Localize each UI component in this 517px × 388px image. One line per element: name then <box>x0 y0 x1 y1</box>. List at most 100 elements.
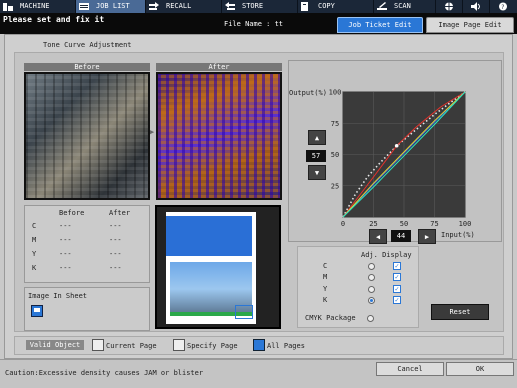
adj-row-c: C ✓ <box>320 262 420 272</box>
output-value: 57 <box>306 150 326 162</box>
reset-button[interactable]: Reset <box>431 304 489 320</box>
job-list-icon <box>79 3 89 10</box>
after-header: After <box>156 63 282 71</box>
after-preview-image <box>156 72 282 200</box>
adj-channel: C <box>323 262 328 270</box>
output-down-button[interactable]: ▼ <box>308 165 326 180</box>
cmyk-package-radio[interactable] <box>367 315 374 322</box>
all-pages-checkbox[interactable] <box>253 339 265 351</box>
store-icon <box>225 2 235 10</box>
before-preview-image <box>24 72 150 200</box>
top-menu-bar: MACHINE JOB LIST RECALL STORE COPY SCAN … <box>0 0 517 13</box>
menu-scan[interactable]: SCAN <box>374 0 436 13</box>
current-page-checkbox[interactable] <box>92 339 104 351</box>
cmyk-channel: K <box>32 264 37 272</box>
input-right-button[interactable]: ▶ <box>418 229 436 244</box>
cmyk-after-value: --- <box>109 250 122 258</box>
menu-recall[interactable]: RECALL <box>146 0 222 13</box>
adj-channel: Y <box>323 285 328 293</box>
menu-copy-label: COPY <box>318 2 335 10</box>
x-tick-label: 0 <box>341 220 345 228</box>
adj-channel: M <box>323 273 328 281</box>
thumbnail-selection-frame[interactable] <box>235 305 253 319</box>
all-pages-label: All Pages <box>267 342 305 350</box>
before-header: Before <box>24 63 150 71</box>
menu-volume[interactable] <box>463 0 490 13</box>
menu-job-list[interactable]: JOB LIST <box>76 0 146 13</box>
cmyk-after-value: --- <box>109 264 122 272</box>
cmyk-header-row: Before After <box>24 209 150 219</box>
cmyk-after-value: --- <box>109 222 122 230</box>
adj-select-radio-k[interactable] <box>368 297 375 304</box>
specify-page-checkbox[interactable] <box>173 339 185 351</box>
output-up-button[interactable]: ▲ <box>308 130 326 145</box>
adj-display-check-k[interactable]: ✓ <box>393 296 401 304</box>
recall-icon <box>149 2 159 10</box>
cmyk-before-value: --- <box>59 236 72 244</box>
menu-machine-label: MACHINE <box>20 2 50 10</box>
x-tick-label: 100 <box>459 220 472 228</box>
image-in-sheet-label: Image In Sheet <box>28 292 88 300</box>
y-tick-label: 75 <box>331 120 339 128</box>
adj-channel: K <box>323 296 328 304</box>
menu-store[interactable]: STORE <box>222 0 298 13</box>
adj-display-check-c[interactable]: ✓ <box>393 262 401 270</box>
machine-icon <box>3 3 13 11</box>
ok-button[interactable]: OK <box>446 362 514 376</box>
current-page-label: Current Page <box>106 342 157 350</box>
status-message: Please set and fix it <box>3 15 105 24</box>
help-icon: ? <box>499 2 507 11</box>
specify-page-label: Specify Page <box>187 342 238 350</box>
curve-point <box>394 143 399 148</box>
cmyk-package-label: CMYK Package <box>305 314 356 322</box>
x-tick-label: 75 <box>430 220 438 228</box>
cmyk-row-m: M --- --- <box>24 236 150 246</box>
x-tick-label: 25 <box>369 220 377 228</box>
cmyk-after-header: After <box>109 209 131 217</box>
valid-object-label: Valid Object <box>26 340 84 350</box>
adj-row-y: Y ✓ <box>320 285 420 295</box>
menu-help[interactable]: ? <box>490 0 517 13</box>
cmyk-before-value: --- <box>59 264 72 272</box>
menu-machine[interactable]: MACHINE <box>0 0 76 13</box>
y-tick-label: 25 <box>331 182 339 190</box>
y-axis-label: Output(%) <box>289 89 327 97</box>
x-tick-label: 50 <box>400 220 408 228</box>
menu-job-list-label: JOB LIST <box>96 2 130 10</box>
speaker-icon <box>471 2 480 11</box>
globe-icon <box>445 2 453 11</box>
svg-text:?: ? <box>501 4 504 11</box>
adj-display-title: Adj. Display <box>361 251 412 259</box>
scan-icon <box>377 2 387 10</box>
cmyk-row-k: K --- --- <box>24 264 150 274</box>
cmyk-channel: Y <box>32 250 37 258</box>
menu-copy[interactable]: COPY <box>298 0 374 13</box>
menu-recall-label: RECALL <box>166 2 192 10</box>
cancel-button[interactable]: Cancel <box>376 362 444 376</box>
thumbnail-blue-band <box>166 216 252 256</box>
cmyk-before-header: Before <box>59 209 85 217</box>
file-name: File Name : tt <box>224 20 284 28</box>
adj-display-check-m[interactable]: ✓ <box>393 273 401 281</box>
cmyk-channel: C <box>32 222 37 230</box>
copy-icon <box>301 2 308 11</box>
tab-image-page-edit[interactable]: Image Page Edit <box>426 17 514 33</box>
menu-scan-label: SCAN <box>394 2 411 10</box>
x-axis-label: Input(%) <box>441 231 475 239</box>
adj-select-radio-c[interactable] <box>368 263 375 270</box>
cmyk-row-c: C --- --- <box>24 222 150 232</box>
input-left-button[interactable]: ◀ <box>369 229 387 244</box>
tab-job-ticket-edit[interactable]: Job Ticket Edit <box>337 17 423 33</box>
adj-row-m: M ✓ <box>320 273 420 283</box>
adj-display-check-y[interactable]: ✓ <box>393 285 401 293</box>
cmyk-before-value: --- <box>59 250 72 258</box>
arrow-right-icon: ▶ <box>150 128 155 136</box>
adj-select-radio-y[interactable] <box>368 286 375 293</box>
adj-select-radio-m[interactable] <box>368 274 375 281</box>
input-value: 44 <box>391 230 411 242</box>
adj-row-k: K ✓ <box>320 296 420 306</box>
image-in-sheet-icon[interactable] <box>31 305 43 317</box>
menu-language[interactable] <box>436 0 463 13</box>
cmyk-before-value: --- <box>59 222 72 230</box>
cmyk-row-y: Y --- --- <box>24 250 150 260</box>
